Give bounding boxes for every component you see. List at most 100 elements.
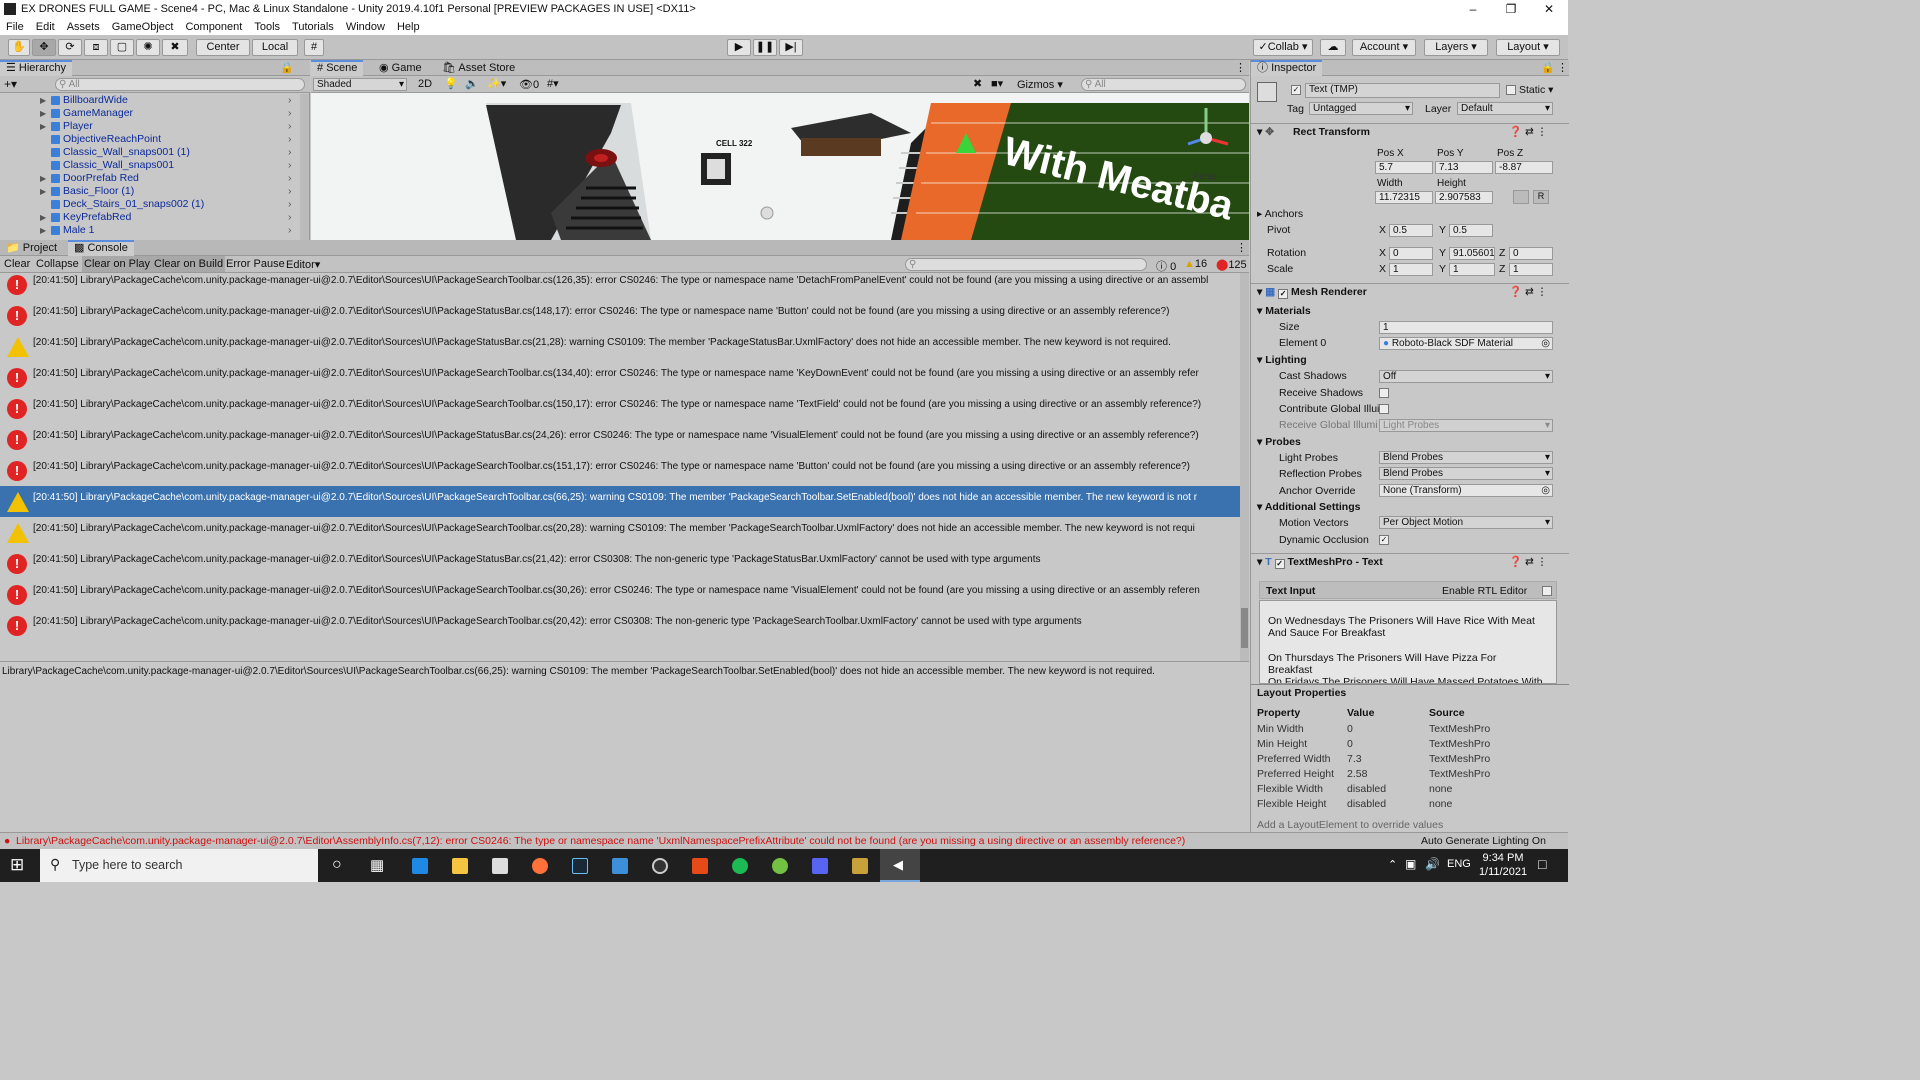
pause-button[interactable]: ❚❚ [753,39,777,56]
dynamic-occlusion-checkbox[interactable]: ✓ [1379,535,1389,545]
minimize-button[interactable]: – [1454,0,1492,18]
discord-icon[interactable] [812,858,828,874]
add-icon[interactable]: +▾ [4,77,17,91]
chevron-right-icon[interactable]: › [288,172,292,185]
unity-taskbar-button[interactable]: ◀ [880,849,920,882]
rotate-tool-icon[interactable]: ⟳ [58,39,82,56]
menu-component[interactable]: Component [179,21,248,33]
lighting-icon[interactable]: 💡 [444,77,458,90]
expand-arrow-icon[interactable]: ▶ [40,94,46,107]
blueprint-mode-button[interactable] [1513,190,1529,204]
console-log-row[interactable]: [20:41:50] Library\PackageCache\com.unit… [0,517,1240,548]
active-checkbox[interactable]: ✓ [1291,85,1301,95]
network-icon[interactable]: ▣ [1405,857,1416,871]
clear-on-build-button[interactable]: Clear on Build [152,256,226,272]
info-toggle[interactable]: ⓘ 0 [1156,258,1176,274]
cast-shadows-dropdown[interactable]: Off ▾ [1379,370,1553,383]
menu-gameobject[interactable]: GameObject [106,21,180,33]
mesh-renderer-header[interactable]: ▾ ▦ ✓ Mesh Renderer ❓ ⇄ ⋮ [1251,283,1569,299]
league-icon[interactable] [852,858,868,874]
utorrent-icon[interactable] [772,858,788,874]
pivot-x-field[interactable]: 0.5 [1389,224,1433,237]
expand-arrow-icon[interactable]: ▶ [40,107,46,120]
console-log-row[interactable]: ! [20:41:50] Library\PackageCache\com.uni… [0,610,1240,641]
hierarchy-item[interactable]: ▶ Male 1 › [0,224,300,237]
menu-file[interactable]: File [0,21,30,33]
move-tool-icon[interactable]: ✥ [32,39,56,56]
tab-scene[interactable]: # Scene [311,60,364,76]
clock-time[interactable]: 9:34 PM [1480,852,1526,864]
hierarchy-item[interactable]: ▶ Basic_Floor (1) › [0,185,300,198]
materials-foldout[interactable]: ▾ Materials [1257,305,1311,318]
console-log-row[interactable]: [20:41:50] Library\PackageCache\com.unit… [0,331,1240,362]
edge-icon[interactable] [412,858,428,874]
hand-tool-icon[interactable]: ✋ [8,39,30,56]
tab-hierarchy[interactable]: ☰ Hierarchy [0,60,72,76]
hierarchy-item[interactable]: ▶ GameManager › [0,107,300,120]
spotify-icon[interactable] [732,858,748,874]
posy-field[interactable]: 7.13 [1435,161,1493,174]
clear-on-play-button[interactable]: Clear on Play [82,256,153,272]
steam-icon[interactable] [572,858,588,874]
rotation-x-field[interactable]: 0 [1389,247,1433,260]
posx-field[interactable]: 5.7 [1375,161,1433,174]
pivot-y-field[interactable]: 0.5 [1449,224,1493,237]
chevron-right-icon[interactable]: › [288,211,292,224]
cloud-icon[interactable]: ☁ [1320,39,1346,56]
console-detail-text[interactable]: Library\PackageCache\com.unity.package-m… [2,666,1242,677]
scale-tool-icon[interactable]: ⧈ [84,39,108,56]
scale-z-field[interactable]: 1 [1509,263,1553,276]
status-error-text[interactable]: Library\PackageCache\com.unity.package-m… [16,833,1396,849]
chevron-right-icon[interactable]: › [288,224,292,237]
console-log-row[interactable]: ! [20:41:50] Library\PackageCache\com.uni… [0,273,1240,300]
hierarchy-item[interactable]: ▶ DoorPrefab Red › [0,172,300,185]
cortana-icon[interactable]: ○ [332,856,342,874]
probes-foldout[interactable]: ▾ Probes [1257,436,1301,449]
file-explorer-icon[interactable] [452,858,468,874]
chevron-right-icon[interactable]: › [288,198,292,211]
tab-game[interactable]: ◉ Game [373,60,428,76]
materials-size-field[interactable]: 1 [1379,321,1553,334]
office-icon[interactable] [692,858,708,874]
scale-x-field[interactable]: 1 [1389,263,1433,276]
console-scrollbar[interactable] [1240,273,1249,661]
width-field[interactable]: 11.72315 [1375,191,1433,204]
expand-arrow-icon[interactable]: ▶ [40,185,46,198]
layout-dropdown[interactable]: Layout ▾ [1496,39,1560,56]
expand-arrow-icon[interactable]: ▶ [40,172,46,185]
rect-tool-icon[interactable]: ▢ [110,39,134,56]
tab-inspector[interactable]: ⓘ Inspector [1251,60,1323,76]
chevron-right-icon[interactable]: › [288,94,292,107]
expand-arrow-icon[interactable]: ▶ [40,211,46,224]
tray-chevron-icon[interactable]: ⌃ [1388,858,1397,871]
tab-project[interactable]: 📁 Project [0,240,63,256]
object-name-field[interactable]: Text (TMP) [1305,83,1500,98]
expand-arrow-icon[interactable]: ▶ [40,224,46,237]
notifications-icon[interactable]: □ [1538,856,1546,872]
chevron-right-icon[interactable]: › [288,107,292,120]
posz-field[interactable]: -8.87 [1495,161,1553,174]
hierarchy-item[interactable]: ObjectiveReachPoint › [0,133,300,146]
console-log-row[interactable]: ! [20:41:50] Library\PackageCache\com.uni… [0,455,1240,486]
camera-icon[interactable]: ■▾ [991,77,1003,90]
scene-viewport[interactable]: CELL 322 With Meatba Persp [311,93,1249,240]
lock-icon[interactable]: 🔒 [280,60,294,76]
console-log-row[interactable]: ! [20:41:50] Library\PackageCache\com.uni… [0,424,1240,455]
menu-tools[interactable]: Tools [248,21,286,33]
contribute-gi-checkbox[interactable] [1379,404,1389,414]
hierarchy-item[interactable]: Deck_Stairs_01_snaps002 (1) › [0,198,300,211]
pivot-center-button[interactable]: Center [196,39,250,56]
hierarchy-item[interactable]: ▶ BillboardWide › [0,94,300,107]
obs-icon[interactable] [652,858,668,874]
step-button[interactable]: ▶| [779,39,803,56]
console-log-row[interactable]: ! [20:41:50] Library\PackageCache\com.uni… [0,300,1240,331]
text-input-area[interactable]: On Wednesdays The Prisoners Will Have Ri… [1259,600,1557,684]
hierarchy-search-input[interactable]: ⚲ All [55,78,305,91]
rotation-y-field[interactable]: 91.05601 [1449,247,1495,260]
anchors-foldout[interactable]: ▸ Anchors [1257,208,1303,221]
windows-start-icon[interactable]: ⊞ [10,855,24,875]
mail-icon[interactable] [612,858,628,874]
light-probes-dropdown[interactable]: Blend Probes ▾ [1379,451,1553,464]
additional-settings-foldout[interactable]: ▾ Additional Settings [1257,501,1360,514]
store-icon[interactable] [492,858,508,874]
